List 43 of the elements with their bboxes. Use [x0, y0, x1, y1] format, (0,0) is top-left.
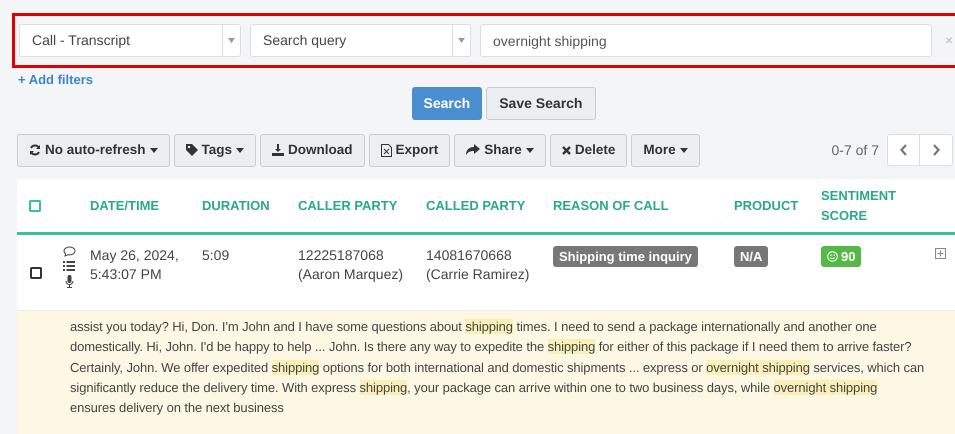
search-value-field[interactable]: overnight shipping: [480, 24, 932, 57]
checkbox[interactable]: [29, 200, 41, 212]
transcript-text: assist you today? Hi, Don. I'm John and I have some questions about shipping times. I need to send a package internationally and another one domestically. Hi, John. I'd be happy to help ... John. Is there any way to expedite the shipping for either of this package if I need them to arrive faster? Certainly, John. We offer expedited shipping options for both international and domestic shipments ... express or overnight shipping services, which can significantly reduce the delivery time. With express shipping, your package can arrive within one to two business days, while overnight shipping ensures delivery on the next business: [70, 318, 925, 418]
toolbar-button[interactable]: No auto-refresh: [17, 134, 170, 166]
refresh-icon: [29, 144, 41, 156]
toolbar-button[interactable]: Tags: [174, 134, 256, 166]
share-arrow-icon: [466, 144, 480, 156]
toolbar-button[interactable]: Delete: [550, 134, 628, 166]
operator-value: Search query: [262, 31, 348, 50]
spreadsheet-file-icon: [380, 144, 392, 156]
date-time-text: 5:43:07 PM: [90, 265, 162, 284]
caller-party-text: (Aaron Marquez): [298, 265, 404, 284]
caret-icon: [458, 38, 465, 43]
field-value: Call - Transcript: [31, 31, 132, 50]
toolbar-button[interactable]: More: [631, 134, 700, 166]
chevron-right-icon: [932, 144, 940, 156]
tag-icon: [186, 144, 198, 156]
result-count: 0-7 of 7: [832, 140, 879, 160]
duration-text: 5:09: [202, 247, 230, 263]
toolbar-button[interactable]: Share: [454, 134, 546, 166]
expand-icon[interactable]: [935, 248, 946, 259]
caller-party-text: 12225187068: [298, 246, 384, 265]
checkbox[interactable]: [30, 267, 42, 279]
smiley-icon: [827, 251, 838, 262]
date-time-text: May 26, 2024,: [90, 246, 179, 265]
operator-dropdown[interactable]: Search query: [250, 24, 471, 57]
caret-icon: [228, 38, 235, 43]
product-badge: N/A: [734, 246, 768, 267]
download-icon: [272, 144, 284, 156]
chevron-left-icon: [900, 144, 908, 156]
comment-icon[interactable]: [62, 246, 76, 257]
microphone-icon[interactable]: [64, 275, 74, 288]
called-party-text: (Carrie Ramirez): [426, 265, 530, 284]
add-filters-link[interactable]: + Add filters: [18, 72, 94, 87]
field-dropdown[interactable]: Call - Transcript: [19, 24, 241, 57]
close-icon: [562, 146, 571, 154]
called-party-text: 14081670668: [426, 246, 512, 265]
save-search-button[interactable]: Save Search: [486, 87, 596, 120]
list-icon[interactable]: [63, 261, 75, 271]
reason-badge: Shipping time inquiry: [553, 246, 698, 267]
toolbar-button[interactable]: Export: [368, 134, 450, 166]
sentiment-badge: 90: [821, 246, 862, 267]
toolbar-button[interactable]: Download: [260, 134, 365, 166]
